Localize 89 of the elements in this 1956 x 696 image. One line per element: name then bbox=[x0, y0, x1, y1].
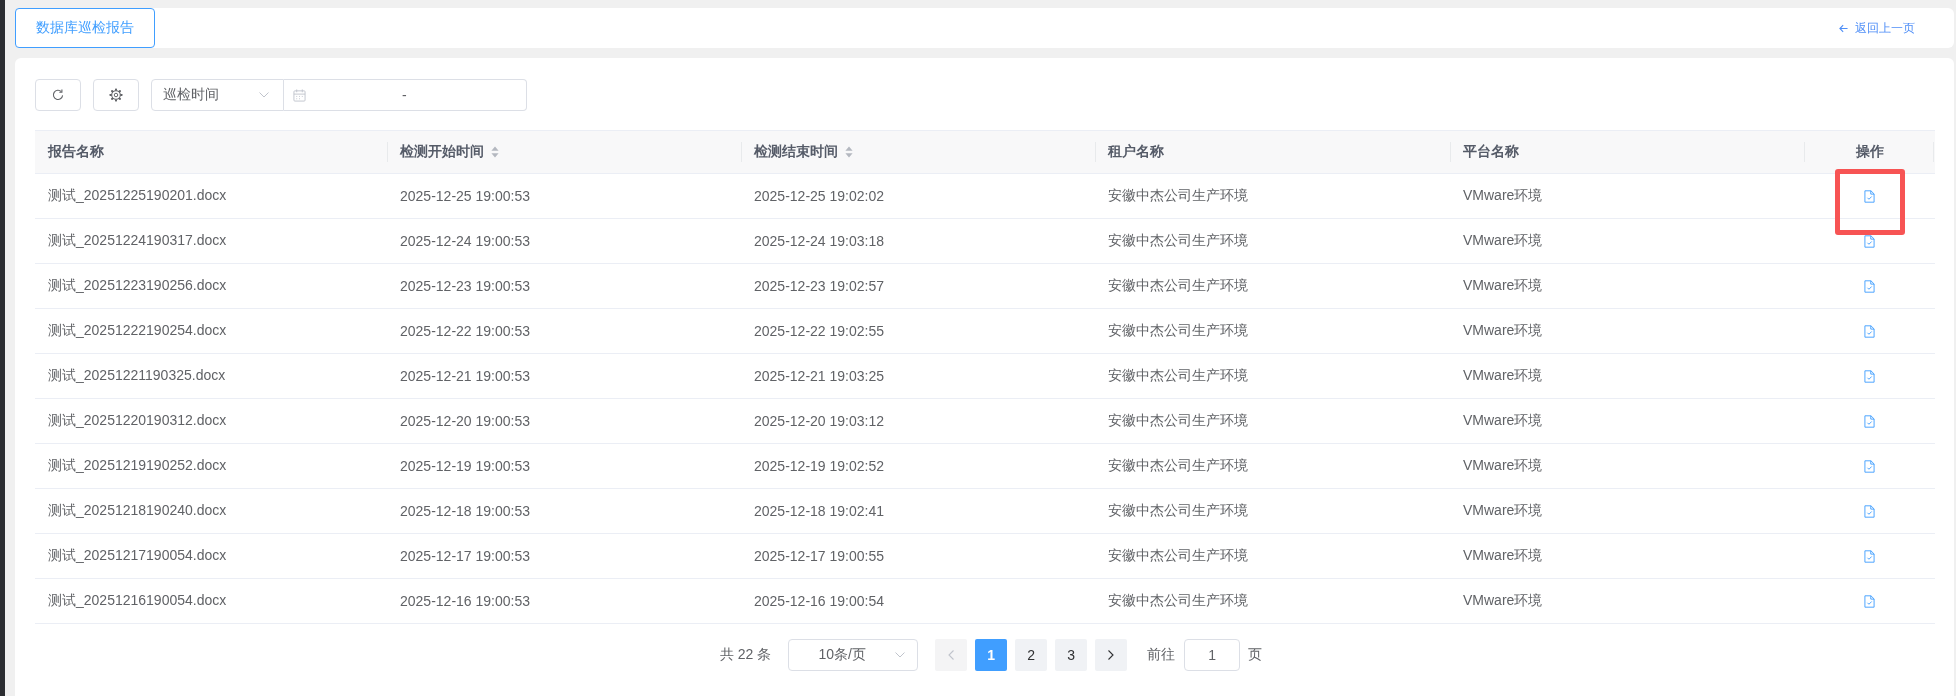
table-cell-text: 2025-12-20 19:03:12 bbox=[753, 412, 885, 431]
column-header: 租户名称 bbox=[1108, 143, 1164, 161]
table-cell-text: 2025-12-17 19:00:53 bbox=[399, 547, 531, 566]
chevron-right-icon bbox=[1108, 650, 1115, 660]
document-icon[interactable] bbox=[1864, 189, 1875, 203]
document-icon[interactable] bbox=[1864, 594, 1875, 608]
table-cell-text: VMware环境 bbox=[1462, 591, 1544, 610]
settings-icon bbox=[109, 88, 123, 102]
filter-select[interactable]: 巡检时间 bbox=[151, 79, 284, 111]
table-cell-text: 2025-12-18 19:02:41 bbox=[753, 502, 885, 521]
chevron-left-icon bbox=[948, 650, 955, 660]
arrow-left-icon bbox=[1839, 23, 1848, 33]
table-cell-text: 2025-12-16 19:00:53 bbox=[399, 592, 531, 611]
table-cell-text: VMware环境 bbox=[1462, 366, 1544, 385]
table-cell-text: 测试_20251223190256.docx bbox=[47, 276, 228, 295]
table-cell-text: 2025-12-22 19:00:53 bbox=[399, 322, 531, 341]
table-cell-text: 2025-12-24 19:03:18 bbox=[753, 232, 885, 251]
column-header: 检测结束时间 bbox=[754, 143, 838, 161]
column-header: 报告名称 bbox=[48, 143, 104, 161]
table-cell-text: 安徽中杰公司生产环境 bbox=[1107, 411, 1249, 430]
table-cell-text: 安徽中杰公司生产环境 bbox=[1107, 321, 1249, 340]
table-cell-text: 2025-12-23 19:00:53 bbox=[399, 277, 531, 296]
table-cell-text: VMware环境 bbox=[1462, 321, 1544, 340]
page-button[interactable]: 3 bbox=[1055, 639, 1088, 671]
table-cell-text: 测试_20251219190252.docx bbox=[47, 456, 228, 475]
table-cell-text: VMware环境 bbox=[1462, 186, 1544, 205]
table-cell-text: 2025-12-21 19:00:53 bbox=[399, 367, 531, 386]
settings-button[interactable] bbox=[93, 79, 139, 111]
table-cell-text: VMware环境 bbox=[1462, 456, 1544, 475]
refresh-button[interactable] bbox=[35, 79, 81, 111]
table-cell-text: VMware环境 bbox=[1462, 501, 1544, 520]
table-cell-text: 2025-12-20 19:00:53 bbox=[399, 412, 531, 431]
date-range-field[interactable]: - bbox=[284, 79, 527, 111]
document-icon[interactable] bbox=[1864, 459, 1875, 473]
table-cell-text: VMware环境 bbox=[1462, 411, 1544, 430]
table-cell-text: 2025-12-22 19:02:55 bbox=[753, 322, 885, 341]
sort-icon[interactable] bbox=[845, 146, 853, 158]
table-cell-text: 测试_20251216190054.docx bbox=[47, 591, 228, 610]
table-cell-text: VMware环境 bbox=[1462, 231, 1544, 250]
document-icon[interactable] bbox=[1864, 324, 1875, 338]
sort-icon[interactable] bbox=[491, 146, 499, 158]
table-cell-text: 安徽中杰公司生产环境 bbox=[1107, 591, 1249, 610]
table-cell-text: 2025-12-17 19:00:55 bbox=[753, 547, 885, 566]
table-cell-text: 2025-12-25 19:02:02 bbox=[753, 187, 885, 206]
back-link[interactable]: 返回上一页 bbox=[1839, 19, 1915, 37]
document-icon[interactable] bbox=[1864, 549, 1875, 563]
chevron-down-icon bbox=[259, 92, 269, 98]
table-cell-text: 2025-12-21 19:03:25 bbox=[753, 367, 885, 386]
table-cell-text: 2025-12-16 19:00:54 bbox=[753, 592, 885, 611]
table-cell-text: 安徽中杰公司生产环境 bbox=[1107, 501, 1249, 520]
column-header: 平台名称 bbox=[1463, 143, 1519, 161]
page-unit-label: 页 bbox=[1248, 646, 1263, 664]
table-cell-text: 2025-12-24 19:00:53 bbox=[399, 232, 531, 251]
table-cell-text: 安徽中杰公司生产环境 bbox=[1107, 366, 1249, 385]
next-page-button[interactable] bbox=[1095, 639, 1128, 671]
table-cell-text: 2025-12-19 19:00:53 bbox=[399, 457, 531, 476]
table-cell-text: 安徽中杰公司生产环境 bbox=[1107, 456, 1249, 475]
calendar-icon bbox=[293, 88, 306, 102]
refresh-icon bbox=[52, 89, 64, 101]
table-cell-text: VMware环境 bbox=[1462, 276, 1544, 295]
table-cell-text: 安徽中杰公司生产环境 bbox=[1107, 186, 1249, 205]
table-cell-text: 测试_20251218190240.docx bbox=[47, 501, 228, 520]
table-cell-text: 2025-12-19 19:02:52 bbox=[753, 457, 885, 476]
page-button[interactable]: 2 bbox=[1015, 639, 1048, 671]
chevron-down-icon bbox=[895, 652, 906, 658]
table-cell-text: 2025-12-23 19:02:57 bbox=[753, 277, 885, 296]
table-cell-text: 安徽中杰公司生产环境 bbox=[1107, 276, 1249, 295]
table-cell-text: 2025-12-25 19:00:53 bbox=[399, 187, 531, 206]
column-header: 检测开始时间 bbox=[400, 143, 484, 161]
table-cell-text: 测试_20251225190201.docx bbox=[47, 186, 228, 205]
table-cell-text: 测试_20251220190312.docx bbox=[47, 411, 228, 430]
document-icon[interactable] bbox=[1864, 369, 1875, 383]
table-cell-text: 测试_20251224190317.docx bbox=[47, 231, 228, 250]
table-cell-text: 安徽中杰公司生产环境 bbox=[1107, 546, 1249, 565]
page-size-select[interactable]: 10条/页 bbox=[788, 639, 919, 671]
document-icon[interactable] bbox=[1864, 414, 1875, 428]
goto-label: 前往 bbox=[1147, 646, 1176, 664]
table-cell-text: 测试_20251222190254.docx bbox=[47, 321, 228, 340]
table-cell-text: 测试_20251221190325.docx bbox=[47, 366, 227, 385]
table-cell-text: VMware环境 bbox=[1462, 546, 1544, 565]
table-cell-text: 2025-12-18 19:00:53 bbox=[399, 502, 531, 521]
total-count: 共 22 条 bbox=[719, 646, 772, 664]
page-number-input[interactable]: 1 bbox=[1184, 639, 1241, 671]
table-cell-text: 安徽中杰公司生产环境 bbox=[1107, 231, 1249, 250]
table-cell-text: 测试_20251217190054.docx bbox=[47, 546, 228, 565]
document-icon[interactable] bbox=[1864, 504, 1875, 518]
document-icon[interactable] bbox=[1864, 279, 1875, 293]
column-header: 操作 bbox=[1855, 143, 1884, 161]
document-icon[interactable] bbox=[1864, 234, 1875, 248]
